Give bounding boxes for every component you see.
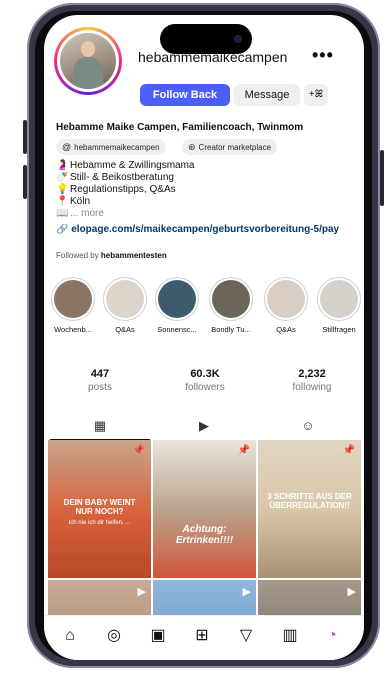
pin-icon: 📌	[237, 445, 250, 456]
profile-link[interactable]: 🔗 elopage.com/s/maikecampen/geburtsvorbe…	[56, 224, 356, 235]
creator-marketplace-label: Creator marketplace	[198, 143, 272, 152]
more-options-icon[interactable]: •••	[312, 45, 334, 66]
tagged-icon: ☺	[301, 418, 315, 433]
profile-avatar-icon[interactable]: ◔	[320, 624, 344, 648]
follow-back-button[interactable]: Follow Back	[140, 84, 230, 106]
side-button-left	[23, 120, 27, 154]
posts-stat[interactable]: 447 posts	[65, 368, 135, 393]
highlight-item[interactable]: Wochenb...	[48, 277, 98, 334]
highlight-item[interactable]: Q&As	[100, 277, 150, 334]
followers-stat[interactable]: 60.3K followers	[170, 368, 240, 393]
reel-icon: ▶	[347, 586, 356, 598]
pin-icon: 📌	[132, 445, 145, 456]
camera-icon	[234, 35, 242, 43]
create-icon[interactable]: ⊞	[190, 624, 214, 648]
insights-icon[interactable]: ▥	[278, 624, 302, 648]
highlight-cover	[54, 280, 92, 318]
following-stat[interactable]: 2,232 following	[277, 368, 347, 393]
bottom-navigation: ⌂ ◎ ▣ ⊞ ▽ ▥ ◔	[44, 615, 364, 660]
threads-chip-label: hebammemaikecampen	[74, 143, 160, 152]
profile-avatar[interactable]	[54, 27, 122, 95]
avatar-photo	[60, 33, 116, 89]
highlight-item[interactable]: Bondly Tu...	[206, 277, 256, 334]
highlight-cover	[158, 280, 196, 318]
bio-line: 🍼 Still- & Beikostberatung	[56, 172, 174, 183]
post-tile[interactable]: 📌 Achtung: Ertrinken!!!!	[153, 440, 256, 578]
reel-icon: ▶	[137, 586, 146, 598]
post-tile[interactable]: ▶	[153, 580, 256, 620]
bio-line: 📍 Köln	[56, 196, 91, 207]
bio-line: 🤰 Hebamme & Zwillingsmama	[56, 160, 195, 171]
home-icon[interactable]: ⌂	[58, 624, 82, 648]
creator-marketplace-chip[interactable]: ⊛ Creator marketplace	[182, 139, 278, 155]
dynamic-island	[160, 24, 252, 54]
tab-tagged[interactable]: ☺	[258, 413, 358, 439]
creator-marketplace-icon: ⊛	[188, 142, 196, 152]
followed-by-text[interactable]: Followed by hebammentesten	[56, 251, 167, 260]
post-tile[interactable]: ▶	[48, 580, 151, 620]
highlight-cover	[106, 280, 144, 318]
highlight-cover	[267, 280, 305, 318]
reels-icon: ▶	[199, 418, 209, 433]
threads-icon: @	[62, 142, 72, 152]
profile-full-name: Hebamme Maike Campen, Familiencoach, Twi…	[56, 122, 304, 133]
pin-icon: 📌	[342, 445, 355, 456]
grid-icon: ▦	[93, 418, 107, 433]
bio-line: 💡 Regulationstipps, Q&As	[56, 184, 176, 195]
threads-chip[interactable]: @ hebammemaikecampen	[56, 139, 166, 155]
bio-more-link[interactable]: 📖... more	[56, 208, 104, 219]
highlight-cover	[212, 280, 250, 318]
side-button-left-2	[23, 165, 27, 199]
post-tile[interactable]: 📌 DEIN BABY WEINT NUR NOCH? Ich nie ich …	[48, 440, 151, 578]
suggested-users-button[interactable]: +ꕤ	[304, 84, 328, 106]
app-screen: hebammemaikecampen ••• Follow Back Messa…	[44, 15, 364, 660]
highlight-item[interactable]: Sonnensc...	[152, 277, 202, 334]
highlight-item[interactable]: Q&As	[261, 277, 311, 334]
post-tile[interactable]: 📌 3 SCHRITTE AUS DER ÜBERREGULATION!!	[258, 440, 361, 578]
reel-icon: ▶	[242, 586, 251, 598]
link-icon: 🔗	[56, 224, 69, 235]
highlight-cover	[320, 280, 358, 318]
highlight-item[interactable]: Stillfragen	[314, 277, 364, 334]
explore-icon[interactable]: ◎	[102, 624, 126, 648]
message-button[interactable]: Message	[234, 84, 300, 106]
post-tile[interactable]: ▶	[258, 580, 361, 620]
side-button-right	[380, 150, 384, 206]
tab-reels[interactable]: ▶	[154, 413, 254, 439]
tab-grid[interactable]: ▦	[50, 413, 150, 440]
send-icon[interactable]: ▽	[234, 624, 258, 648]
reels-nav-icon[interactable]: ▣	[146, 624, 170, 648]
